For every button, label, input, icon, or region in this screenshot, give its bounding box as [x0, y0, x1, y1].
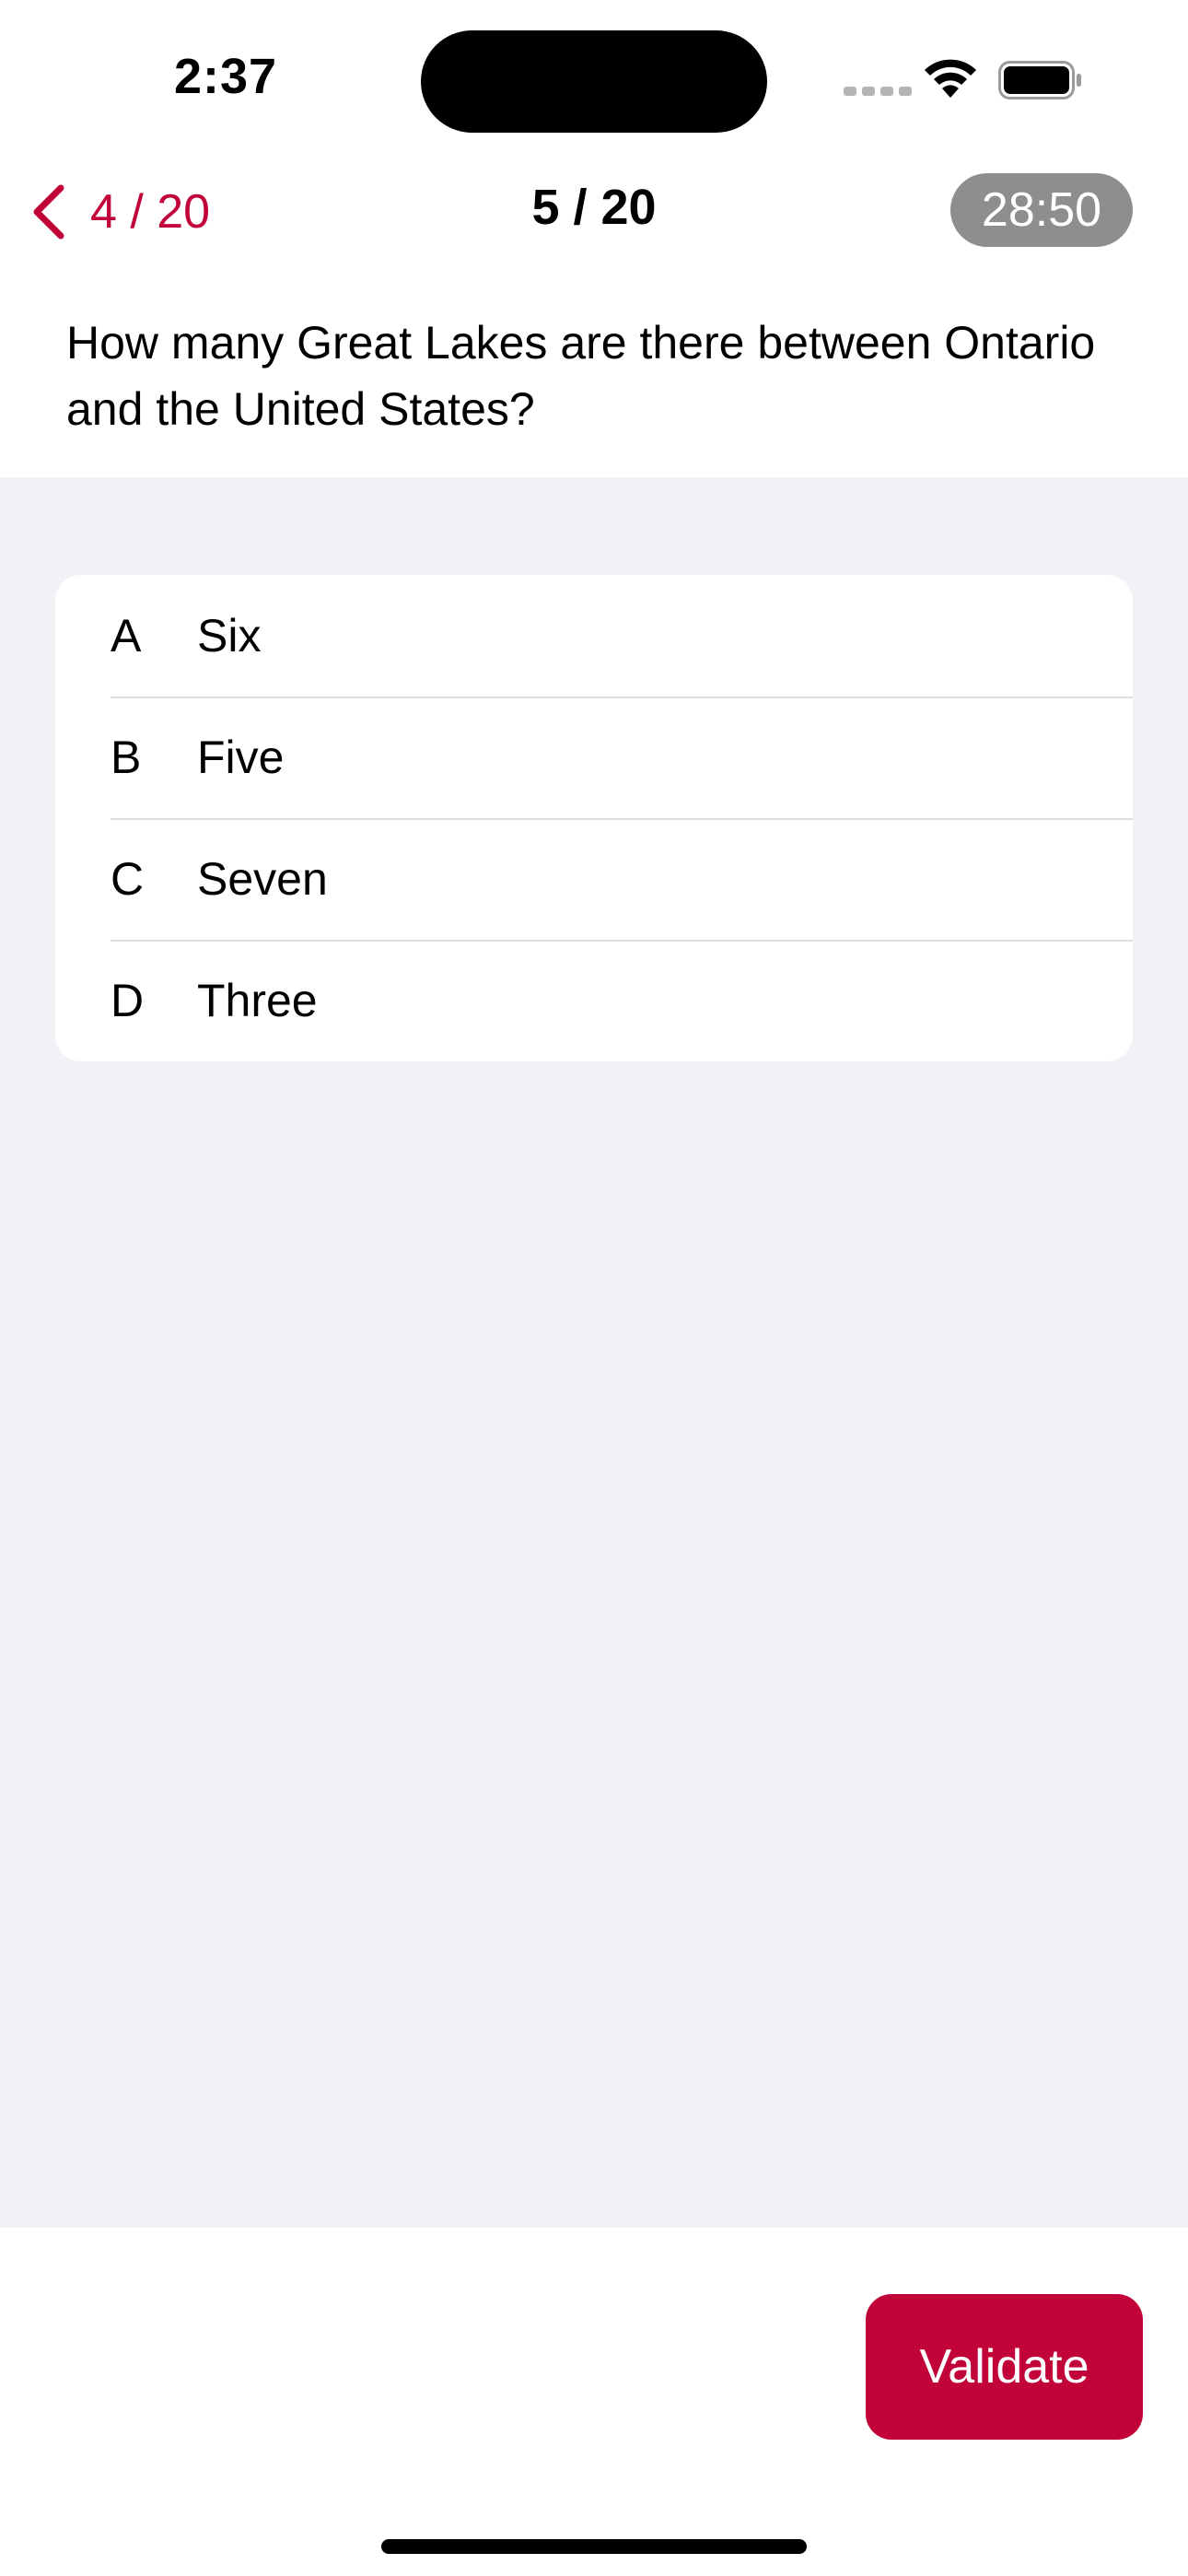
status-bar: 2:37 — [0, 0, 1188, 157]
timer-badge: 28:50 — [950, 173, 1133, 247]
page-title: 5 / 20 — [531, 180, 657, 235]
navigation-bar: 4 / 20 5 / 20 28:50 — [0, 157, 1188, 267]
battery-icon — [998, 61, 1081, 100]
answer-text: Six — [197, 610, 262, 662]
answer-text: Seven — [197, 853, 328, 905]
answer-letter: D — [111, 975, 145, 1026]
answer-option-a[interactable]: A Six — [55, 575, 1133, 697]
cellular-signal-icon — [844, 87, 912, 96]
wifi-icon — [925, 59, 976, 98]
home-indicator[interactable] — [381, 2539, 807, 2554]
chevron-left-icon — [33, 184, 64, 240]
answer-text: Three — [197, 975, 318, 1026]
answer-letter: B — [111, 732, 142, 783]
answer-text: Five — [197, 732, 285, 783]
answer-letter: A — [111, 610, 142, 662]
answer-letter: C — [111, 853, 145, 905]
dynamic-island — [421, 30, 767, 133]
answer-option-b[interactable]: B Five — [55, 697, 1133, 818]
status-time: 2:37 — [173, 49, 278, 104]
answer-option-d[interactable]: D Three — [55, 940, 1133, 1061]
validate-button[interactable]: Validate — [866, 2294, 1143, 2440]
back-label: 4 / 20 — [90, 185, 211, 239]
answer-option-c[interactable]: C Seven — [55, 818, 1133, 940]
back-button[interactable]: 4 / 20 — [28, 173, 210, 251]
question-text: How many Great Lakes are there between O… — [66, 317, 1096, 435]
answers-list: A Six B Five C Seven D Three — [55, 575, 1133, 1061]
